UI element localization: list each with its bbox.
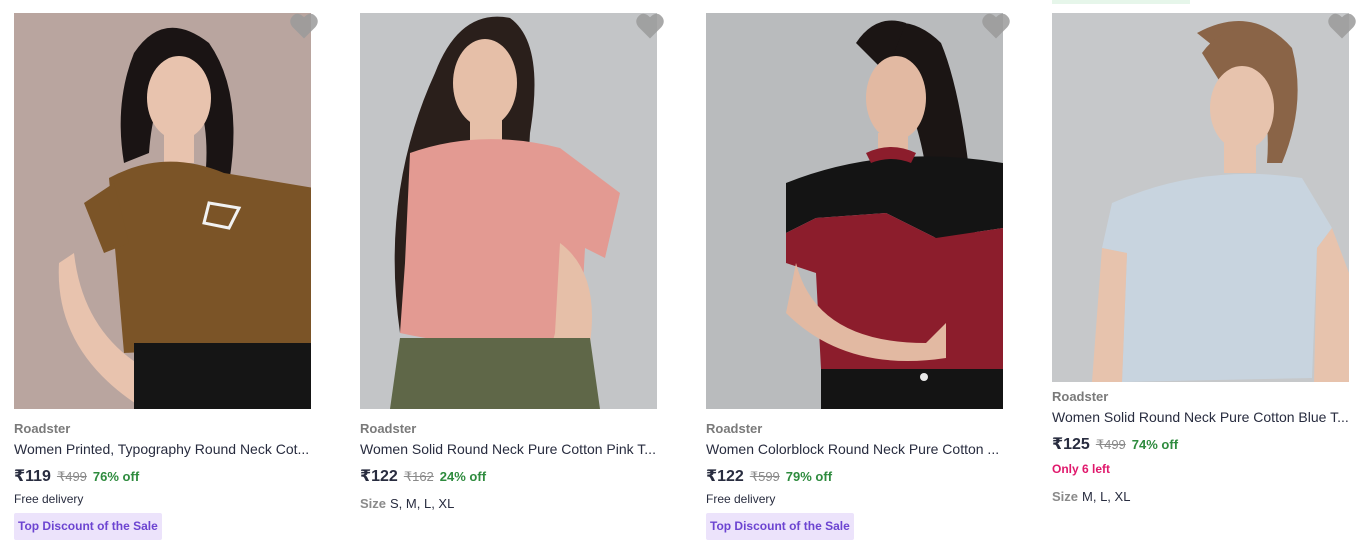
product-mrp: ₹162 [403,469,434,484]
sale-badge: Top Discount of the Sale [14,513,162,540]
top-strip [1052,0,1190,4]
product-price: ₹125 [1052,436,1090,453]
size-values: S, M, L, XL [390,496,455,511]
product-title[interactable]: Women Solid Round Neck Pure Cotton Blue … [1052,409,1349,425]
price-row: ₹122 ₹599 79% off [706,466,832,486]
heart-icon [1328,13,1356,39]
size-info: Size M, L, XL [1052,489,1130,504]
product-brand: Roadster [1052,389,1109,404]
wishlist-button[interactable] [981,12,1011,40]
product-mrp: ₹599 [749,469,780,484]
product-mrp: ₹499 [56,469,87,484]
product-discount: 24% off [439,469,487,484]
wishlist-button[interactable] [1327,12,1357,40]
size-label: Size [1052,489,1079,504]
heart-icon [636,13,664,39]
product-title[interactable]: Women Solid Round Neck Pure Cotton Pink … [360,441,657,457]
product-brand: Roadster [706,421,763,436]
wishlist-button[interactable] [289,12,319,40]
product-price: ₹119 [14,468,51,485]
product-brand: Roadster [360,421,417,436]
price-row: ₹125 ₹499 74% off [1052,434,1178,454]
wishlist-button[interactable] [635,12,665,40]
delivery-info: Free delivery [14,492,84,506]
product-price: ₹122 [706,468,744,485]
heart-icon [290,13,318,39]
sale-badge: Top Discount of the Sale [706,513,854,540]
price-row: ₹119 ₹499 76% off [14,466,139,486]
product-image[interactable] [706,13,1003,409]
product-price: ₹122 [360,468,398,485]
price-row: ₹122 ₹162 24% off [360,466,486,486]
product-image[interactable] [1052,13,1349,382]
product-title[interactable]: Women Colorblock Round Neck Pure Cotton … [706,441,1003,457]
product-image[interactable] [14,13,311,409]
size-values: M, L, XL [1082,489,1131,504]
product-mrp: ₹499 [1095,437,1126,452]
product-image[interactable] [360,13,657,409]
product-title[interactable]: Women Printed, Typography Round Neck Cot… [14,441,311,457]
size-info: Size S, M, L, XL [360,496,454,511]
product-brand: Roadster [14,421,71,436]
product-discount: 76% off [92,469,140,484]
size-label: Size [360,496,387,511]
product-discount: 74% off [1131,437,1179,452]
stock-warning: Only 6 left [1052,462,1111,476]
delivery-info: Free delivery [706,492,776,506]
product-discount: 79% off [785,469,833,484]
heart-icon [982,13,1010,39]
